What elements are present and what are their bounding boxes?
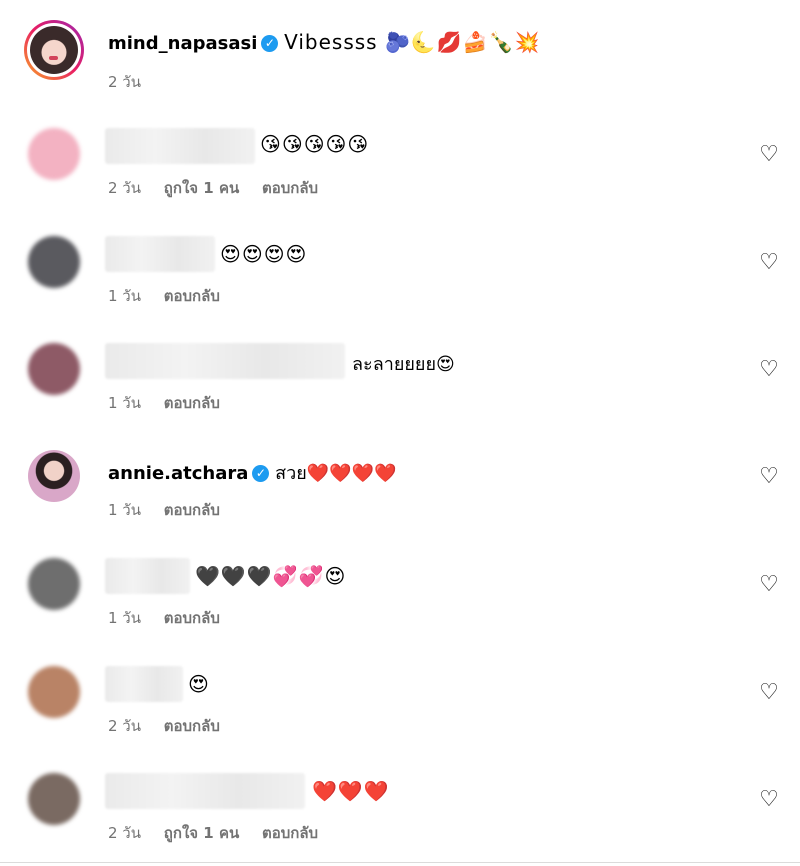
like-heart-icon[interactable]: ♡ — [758, 789, 780, 811]
caption-text: Vibessss 🫐🌜💋🍰🍾💥 — [284, 30, 541, 54]
like-heart-icon[interactable]: ♡ — [758, 252, 780, 274]
verified-badge-icon: ✓ — [252, 465, 270, 482]
comment-text: 😘😘😘😘😘 — [260, 132, 370, 156]
reply-button[interactable]: ตอบกลับ — [164, 287, 220, 305]
commenter-username[interactable]: annie.atchara — [108, 463, 248, 484]
commenter-avatar[interactable] — [28, 450, 80, 502]
like-heart-icon[interactable]: ♡ — [758, 466, 780, 488]
divider — [0, 862, 800, 863]
comment-meta: 2 วัน ตอบกลับ — [108, 714, 238, 738]
comment-item: 😘😘😘😘😘 2 วัน ถูกใจ 1 คน ตอบกลับ ♡ — [0, 110, 800, 217]
caption-meta: 2 วัน — [108, 70, 159, 94]
reply-button[interactable]: ตอบกลับ — [164, 501, 220, 519]
author-avatar[interactable] — [24, 20, 84, 80]
comment-text: สวย❤️❤️❤️❤️ — [275, 463, 397, 484]
blurred-username — [105, 666, 183, 702]
like-heart-icon[interactable]: ♡ — [758, 144, 780, 166]
reply-button[interactable]: ตอบกลับ — [164, 609, 220, 627]
commenter-avatar[interactable] — [28, 128, 80, 180]
comment-line: annie.atchara ✓ สวย❤️❤️❤️❤️ — [108, 458, 396, 487]
comment-time[interactable]: 1 วัน — [108, 501, 141, 519]
comment-item: 😍 2 วัน ตอบกลับ ♡ — [0, 648, 800, 755]
comment-time[interactable]: 2 วัน — [108, 179, 141, 197]
comment-meta: 2 วัน ถูกใจ 1 คน ตอบกลับ — [108, 176, 336, 200]
caption-time[interactable]: 2 วัน — [108, 73, 141, 91]
comment-item: 😍😍😍😍 1 วัน ตอบกลับ ♡ — [0, 218, 800, 325]
caption-line: mind_napasasi ✓ Vibessss 🫐🌜💋🍰🍾💥 — [108, 30, 540, 54]
comment-meta: 1 วัน ตอบกลับ — [108, 284, 238, 308]
comment-meta: 1 วัน ตอบกลับ — [108, 391, 238, 415]
comment-time[interactable]: 1 วัน — [108, 394, 141, 412]
comment-meta: 1 วัน ตอบกลับ — [108, 498, 238, 522]
comment-text: ❤️❤️❤️ — [312, 779, 390, 803]
comment-meta: 2 วัน ถูกใจ 1 คน ตอบกลับ — [108, 821, 336, 845]
comment-item: 🖤🖤🖤💞💞😍 1 วัน ตอบกลับ ♡ — [0, 540, 800, 647]
verified-badge-icon: ✓ — [261, 35, 279, 52]
reply-button[interactable]: ตอบกลับ — [164, 394, 220, 412]
reply-button[interactable]: ตอบกลับ — [262, 824, 318, 842]
comment-text: 😍 — [188, 672, 210, 696]
commenter-avatar[interactable] — [28, 236, 80, 288]
comment-time[interactable]: 1 วัน — [108, 609, 141, 627]
post-caption: mind_napasasi ✓ Vibessss 🫐🌜💋🍰🍾💥 2 วัน — [0, 0, 800, 110]
like-heart-icon[interactable]: ♡ — [758, 682, 780, 704]
comment-text: ละลายยยย😍 — [352, 354, 455, 375]
reply-button[interactable]: ตอบกลับ — [262, 179, 318, 197]
comment-time[interactable]: 2 วัน — [108, 717, 141, 735]
blurred-username — [105, 343, 345, 379]
comment-item: ละลายยยย😍 1 วัน ตอบกลับ ♡ — [0, 325, 800, 432]
blurred-username — [105, 773, 305, 809]
reply-button[interactable]: ตอบกลับ — [164, 717, 220, 735]
comment-meta: 1 วัน ตอบกลับ — [108, 606, 238, 630]
blurred-username — [105, 128, 255, 164]
comment-time[interactable]: 2 วัน — [108, 824, 141, 842]
commenter-avatar[interactable] — [28, 773, 80, 825]
commenter-avatar[interactable] — [28, 343, 80, 395]
like-heart-icon[interactable]: ♡ — [758, 359, 780, 381]
commenter-avatar[interactable] — [28, 558, 80, 610]
blurred-username — [105, 236, 215, 272]
comment-time[interactable]: 1 วัน — [108, 287, 141, 305]
comment-item: annie.atchara ✓ สวย❤️❤️❤️❤️ 1 วัน ตอบกลับ… — [0, 432, 800, 539]
blurred-username — [105, 558, 190, 594]
comment-text: 🖤🖤🖤💞💞😍 — [195, 564, 347, 588]
commenter-avatar[interactable] — [28, 666, 80, 718]
like-heart-icon[interactable]: ♡ — [758, 574, 780, 596]
author-username[interactable]: mind_napasasi — [108, 33, 257, 54]
comment-text: 😍😍😍😍 — [220, 242, 308, 266]
comment-item: ❤️❤️❤️ 2 วัน ถูกใจ 1 คน ตอบกลับ ♡ — [0, 755, 800, 862]
author-avatar-image — [30, 26, 78, 74]
comment-likes-count[interactable]: ถูกใจ 1 คน — [164, 824, 239, 842]
comment-likes-count[interactable]: ถูกใจ 1 คน — [164, 179, 239, 197]
